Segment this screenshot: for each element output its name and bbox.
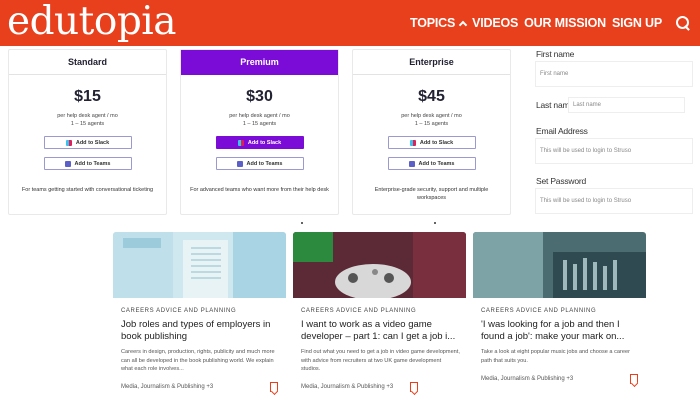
article-excerpt: Take a look at eight popular music jobs …	[481, 349, 630, 364]
article-card[interactable]: CAREERS ADVICE AND PLANNING 'I was looki…	[473, 232, 646, 400]
plan-description: Enterprise-grade security, support and m…	[374, 187, 489, 201]
plan-name: Standard	[9, 50, 166, 75]
add-to-slack-button[interactable]: Add to Slack	[215, 136, 304, 149]
article-tags[interactable]: Media, Journalism & Publishing +3	[301, 384, 393, 390]
first-name-label: First name	[536, 49, 575, 59]
site-header: edutopia TOPICS VIDEOS OUR MISSION SIGN …	[0, 0, 700, 46]
teams-icon	[408, 160, 415, 167]
site-logo[interactable]: edutopia	[7, 0, 177, 44]
search-icon[interactable]	[676, 16, 690, 30]
plan-agents: 1 – 15 agents	[414, 121, 449, 127]
plan-standard: Standard $15 per help desk agent / mo 1 –…	[8, 49, 167, 215]
plan-unit: per help desk agent / mo	[57, 113, 118, 119]
chevron-up-icon	[458, 20, 468, 30]
page: edutopia TOPICS VIDEOS OUR MISSION SIGN …	[0, 0, 700, 400]
article-title[interactable]: Job roles and types of employers in book…	[121, 319, 283, 343]
article-category: CAREERS ADVICE AND PLANNING	[121, 308, 237, 314]
plan-price-unit: per help desk agent / mo 1 – 15 agents	[353, 112, 510, 128]
plan-agents: 1 – 15 agents	[70, 121, 105, 127]
main-nav: TOPICS VIDEOS OUR MISSION SIGN UP	[404, 0, 690, 46]
plan-unit: per help desk agent / mo	[229, 113, 290, 119]
plan-description: For advanced teams who want more from th…	[190, 187, 329, 193]
article-title[interactable]: I want to work as a video game developer…	[301, 319, 463, 343]
plan-name: Premium	[181, 50, 338, 75]
bookmark-icon[interactable]	[410, 382, 418, 392]
plan-agents: 1 – 15 agents	[242, 121, 277, 127]
teams-icon	[236, 160, 243, 167]
nav-sign-up[interactable]: SIGN UP	[612, 16, 662, 30]
nav-videos[interactable]: VIDEOS	[472, 16, 518, 30]
plan-unit: per help desk agent / mo	[401, 113, 462, 119]
article-image-books	[113, 232, 286, 298]
plan-description: For teams getting started with conversat…	[21, 187, 154, 193]
password-label: Set Password	[536, 176, 587, 186]
bookmark-icon[interactable]	[270, 382, 278, 392]
carousel-dot[interactable]	[434, 222, 436, 224]
article-excerpt: Careers in design, production, rights, p…	[121, 349, 275, 372]
add-to-slack-button[interactable]: Add to Slack	[387, 136, 476, 149]
article-image-music	[473, 232, 646, 298]
add-to-slack-button[interactable]: Add to Slack	[43, 136, 132, 149]
plan-price-unit: per help desk agent / mo 1 – 15 agents	[181, 112, 338, 128]
email-label: Email Address	[536, 126, 588, 136]
plan-price-unit: per help desk agent / mo 1 – 15 agents	[9, 112, 166, 128]
add-to-teams-button[interactable]: Add to Teams	[43, 157, 132, 170]
plan-premium: Premium $30 per help desk agent / mo 1 – …	[180, 49, 339, 215]
last-name-field[interactable]: Last name	[568, 97, 685, 113]
article-card[interactable]: CAREERS ADVICE AND PLANNING Job roles an…	[113, 232, 286, 400]
article-excerpt: Find out what you need to get a job in v…	[301, 349, 460, 372]
nav-topics[interactable]: TOPICS	[410, 16, 468, 30]
add-to-teams-label: Add to Teams	[74, 160, 111, 167]
article-tags[interactable]: Media, Journalism & Publishing +3	[481, 376, 573, 382]
add-to-teams-button[interactable]: Add to Teams	[215, 157, 304, 170]
article-category: CAREERS ADVICE AND PLANNING	[481, 308, 597, 314]
first-name-field[interactable]: First name	[535, 61, 693, 87]
teams-icon	[64, 160, 71, 167]
plan-price: $15	[74, 88, 101, 105]
carousel-dot[interactable]	[301, 222, 303, 224]
plan-price: $30	[246, 88, 273, 105]
article-category: CAREERS ADVICE AND PLANNING	[301, 308, 417, 314]
add-to-slack-label: Add to Slack	[75, 139, 110, 146]
plan-enterprise: Enterprise $45 per help desk agent / mo 1…	[352, 49, 511, 215]
article-image-gamepad	[293, 232, 466, 298]
pricing-plans: Standard $15 per help desk agent / mo 1 –…	[8, 49, 515, 215]
plan-name: Enterprise	[353, 50, 510, 75]
add-to-teams-label: Add to Teams	[418, 160, 455, 167]
article-tags[interactable]: Media, Journalism & Publishing +3	[121, 384, 213, 390]
add-to-teams-button[interactable]: Add to Teams	[387, 157, 476, 170]
nav-our-mission[interactable]: OUR MISSION	[524, 16, 606, 30]
slack-icon	[237, 139, 244, 146]
password-field[interactable]: This will be used to login to Struso	[535, 188, 693, 214]
bookmark-icon[interactable]	[630, 374, 638, 384]
nav-topics-label: TOPICS	[410, 16, 456, 30]
slack-icon	[65, 139, 72, 146]
slack-icon	[409, 139, 416, 146]
add-to-slack-label: Add to Slack	[419, 139, 454, 146]
add-to-slack-label: Add to Slack	[247, 139, 282, 146]
plan-price: $45	[418, 88, 445, 105]
article-title[interactable]: 'I was looking for a job and then I foun…	[481, 319, 643, 343]
add-to-teams-label: Add to Teams	[246, 160, 283, 167]
article-card[interactable]: CAREERS ADVICE AND PLANNING I want to wo…	[293, 232, 466, 400]
email-field[interactable]: This will be used to login to Struso	[535, 138, 693, 164]
